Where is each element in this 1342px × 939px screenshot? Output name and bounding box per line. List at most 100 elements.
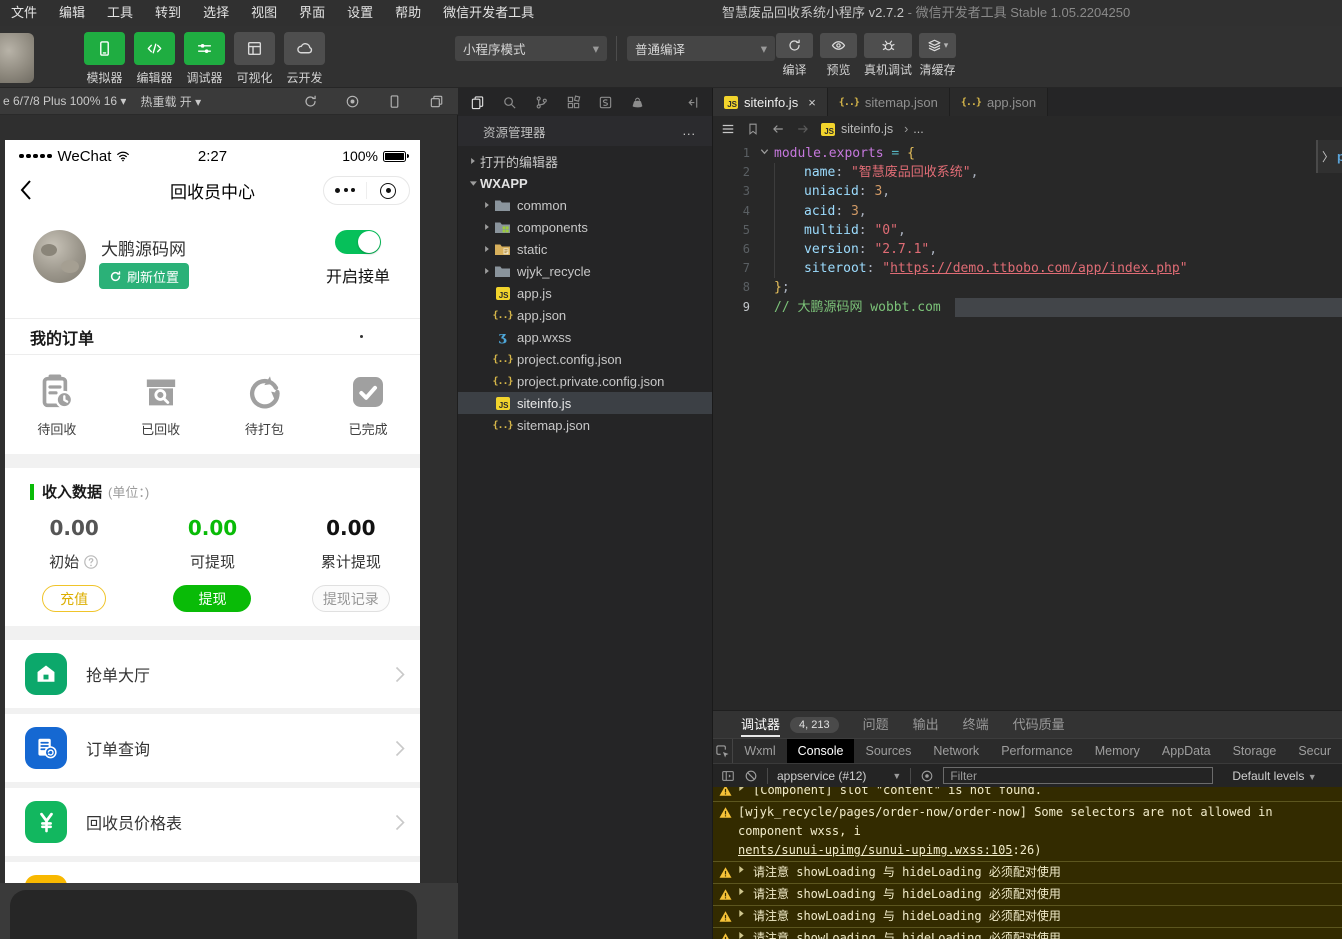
nav-forward-icon[interactable] [796,122,810,136]
console-warning-2[interactable]: 请注意 showLoading 与 hideLoading 必须配对使用 [713,861,1342,883]
files-icon[interactable] [470,95,485,110]
debugger-tab-终端[interactable]: 终端 [963,712,989,737]
toolbar-button-模拟器[interactable]: 模拟器 [84,32,125,86]
order-tab-待回收[interactable]: 待回收 [5,372,109,438]
income-button-提现[interactable]: 提现 [173,585,251,612]
menu-item-0[interactable]: 文件 [0,5,48,20]
console-warning-4[interactable]: 请注意 showLoading 与 hideLoading 必须配对使用 [713,905,1342,927]
menu-row-回收网点[interactable]: 回收网点 [5,862,420,883]
record-icon[interactable] [345,94,360,109]
avatar[interactable] [33,230,86,283]
outline-icon[interactable] [721,122,735,136]
menu-item-1[interactable]: 编辑 [48,5,96,20]
collapse-sidebar-icon[interactable] [685,95,700,110]
tree-item-components[interactable]: components [458,216,712,238]
menu-row-订单查询[interactable]: 订单查询 [5,714,420,782]
menu-item-6[interactable]: 界面 [288,5,336,20]
menu-item-4[interactable]: 选择 [192,5,240,20]
devtools-tab-Sources[interactable]: Sources [854,739,922,764]
tree-item-WXAPP[interactable]: WXAPP [458,172,712,194]
breadcrumb-more[interactable]: ... [913,122,923,136]
expander-icon[interactable] [738,931,745,939]
snippet-icon[interactable] [598,95,613,110]
fold-icon[interactable] [759,144,774,163]
refresh-location-button[interactable]: 刷新位置 [99,263,189,289]
back-icon[interactable] [19,179,33,201]
order-tab-已完成[interactable]: 已完成 [316,372,420,438]
tree-item-siteinfo.js[interactable]: JSsiteinfo.js [458,392,712,414]
git-branch-icon[interactable] [534,95,549,110]
context-select[interactable]: appservice (#12)▼ [777,769,901,783]
compile-mode-select[interactable]: 普通编译▾ [627,36,775,61]
breadcrumb-file[interactable]: siteinfo.js [841,122,893,136]
menu-item-7[interactable]: 设置 [336,5,384,20]
console-filter-input[interactable] [943,767,1213,784]
debugger-tab-问题[interactable]: 问题 [863,712,889,737]
debugger-tab-输出[interactable]: 输出 [913,712,939,737]
tree-item-project.config.json[interactable]: {..}project.config.json [458,348,712,370]
bookmark-icon[interactable] [746,122,760,136]
collapsed-panel-tab[interactable]: 〉p [1316,140,1342,173]
order-tab-已回收[interactable]: 已回收 [109,372,213,438]
close-target-icon[interactable] [367,183,409,199]
tree-item-app.wxss[interactable]: ʒapp.wxss [458,326,712,348]
console-warning-3[interactable]: 请注意 showLoading 与 hideLoading 必须配对使用 [713,883,1342,905]
phone-frame-icon[interactable] [387,94,402,109]
multi-window-icon[interactable] [429,94,444,109]
editor-tab-app.json[interactable]: {..}app.json [950,88,1048,116]
device-selector[interactable]: e 6/7/8 Plus 100% 16 ▾ [3,94,126,108]
tree-item-app.js[interactable]: JSapp.js [458,282,712,304]
expander-icon[interactable] [738,865,745,882]
devtools-tab-AppData[interactable]: AppData [1151,739,1222,764]
menu-item-2[interactable]: 工具 [96,5,144,20]
clear-console-icon[interactable] [744,769,758,783]
menu-row-回收员价格表[interactable]: 回收员价格表 [5,788,420,856]
toolbar-button-可视化[interactable]: 可视化 [234,32,275,86]
nav-back-icon[interactable] [771,122,785,136]
tree-item-wjyk_recycle[interactable]: wjyk_recycle [458,260,712,282]
debugger-tab-代码质量[interactable]: 代码质量 [1013,712,1065,737]
devtools-tab-Memory[interactable]: Memory [1084,739,1151,764]
menu-row-抢单大厅[interactable]: 抢单大厅 [5,640,420,708]
expander-icon[interactable] [738,887,745,904]
tree-item-app.json[interactable]: {..}app.json [458,304,712,326]
console-source-link[interactable]: nents/sunui-upimg/sunui-upimg.wxss:105 [738,843,1013,857]
devtools-tab-Console[interactable]: Console [787,739,855,764]
eye-icon[interactable] [920,769,934,783]
expander-icon[interactable] [738,787,745,800]
teapot-icon[interactable] [630,95,645,110]
close-icon[interactable]: × [808,95,816,110]
tree-item-common[interactable]: common [458,194,712,216]
question-icon[interactable] [83,554,99,570]
devtools-tab-Performance[interactable]: Performance [990,739,1084,764]
more-menu-icon[interactable] [324,188,366,193]
toolbar-button-编辑器[interactable]: 编辑器 [134,32,175,86]
log-levels-select[interactable]: Default levels ▼ [1232,769,1316,783]
menu-item-8[interactable]: 帮助 [384,5,432,20]
editor-tab-siteinfo.js[interactable]: JSsiteinfo.js× [713,88,828,116]
debugger-tab-调试器[interactable]: 调试器 [741,712,780,737]
expander-icon[interactable] [738,909,745,926]
extensions-icon[interactable] [566,95,581,110]
order-tab-待打包[interactable]: 待打包 [213,372,317,438]
devtools-tab-Secur[interactable]: Secur [1287,739,1342,764]
toolbar-button-调试器[interactable]: 调试器 [184,32,225,86]
console-warning-0[interactable]: [Component] slot "content" is not found. [713,787,1342,801]
menu-item-9[interactable]: 微信开发者工具 [432,5,545,20]
user-avatar[interactable] [0,33,34,83]
refresh-icon[interactable] [303,94,318,109]
menu-item-3[interactable]: 转到 [144,5,192,20]
tree-item-project.private.config.json[interactable]: {..}project.private.config.json [458,370,712,392]
show-sidebar-icon[interactable] [721,769,735,783]
action-button-预览[interactable]: 预览 [820,33,857,78]
devtools-tab-Network[interactable]: Network [922,739,990,764]
action-button-编译[interactable]: 编译 [776,33,813,78]
menu-item-5[interactable]: 视图 [240,5,288,20]
console-warning-5[interactable]: 请注意 showLoading 与 hideLoading 必须配对使用 [713,927,1342,939]
tree-item-sitemap.json[interactable]: {..}sitemap.json [458,414,712,436]
accept-order-toggle[interactable] [335,230,381,254]
income-button-充值[interactable]: 充值 [42,585,106,612]
tree-item-static[interactable]: static [458,238,712,260]
action-button-清缓存[interactable]: ▾清缓存 [919,33,956,78]
console-warning-1[interactable]: [wjyk_recycle/pages/order-now/order-now]… [713,801,1342,861]
